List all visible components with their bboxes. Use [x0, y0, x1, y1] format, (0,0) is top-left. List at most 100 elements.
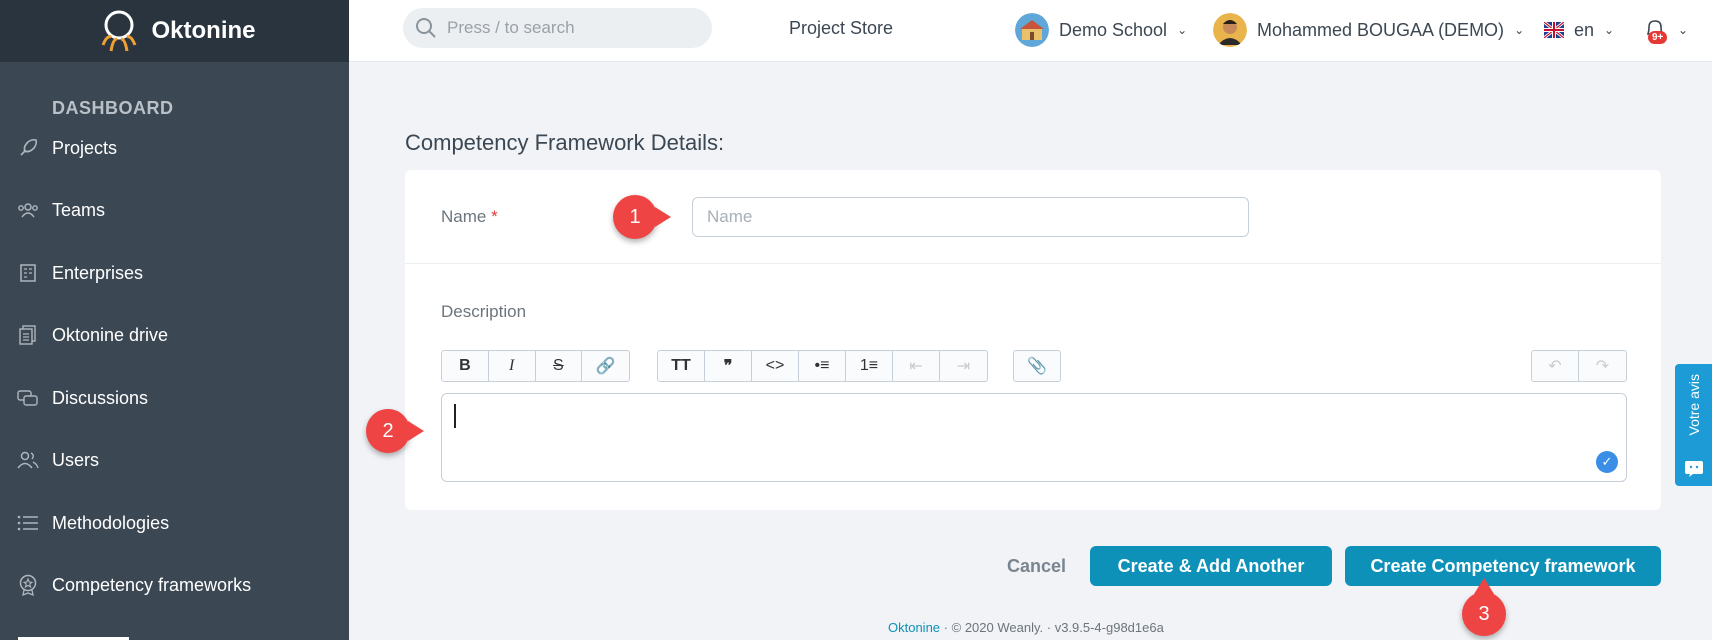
toolbar-attach-group: 📎 [1013, 350, 1061, 382]
cancel-button[interactable]: Cancel [1007, 556, 1066, 577]
notification-count-badge: 9+ [1648, 31, 1668, 44]
sidebar-item-label: Competency frameworks [52, 574, 252, 595]
annotation-badge-2: 2 [366, 409, 424, 453]
description-label: Description [441, 302, 527, 321]
annotation-arrow [655, 207, 671, 227]
sidebar-item-teams[interactable]: Teams [0, 190, 349, 230]
sidebar-item-projects[interactable]: Projects [0, 128, 349, 168]
name-label-text: Name [441, 207, 487, 226]
indent-button[interactable]: ⇥ [940, 351, 987, 381]
name-label: Name * [441, 207, 498, 227]
notifications[interactable]: 9+ ⌄ [1644, 10, 1688, 50]
description-editor[interactable]: ✓ [441, 393, 1627, 482]
top-header: Project Store Demo School ⌄ Mohammed BOU… [349, 0, 1712, 62]
toolbar-history-group: ↶ ↷ [1531, 350, 1627, 382]
divider [405, 263, 1661, 264]
redo-button[interactable]: ↷ [1579, 351, 1626, 381]
sidebar-item-users[interactable]: Users [0, 440, 349, 480]
annotation-number: 2 [382, 419, 394, 442]
chevron-down-icon: ⌄ [1678, 23, 1689, 37]
bell-icon: 9+ [1644, 17, 1668, 44]
drive-icon [16, 323, 40, 347]
sidebar-item-label: Enterprises [52, 262, 144, 283]
code-button[interactable]: <> [752, 351, 799, 381]
sidebar-item-discussions[interactable]: Discussions [0, 378, 349, 418]
annotation-badge-3: 3 [1462, 578, 1506, 636]
sidebar-item-label: Methodologies [52, 512, 170, 533]
logo-text: Oktonine [151, 17, 256, 44]
sidebar-item-label: Projects [52, 137, 118, 158]
badge-icon [16, 573, 40, 597]
footer-copyright: © 2020 Weanly. [951, 620, 1044, 635]
sidebar: Oktonine DASHBOARD Projects Teams Enterp… [0, 0, 349, 640]
text-caret [454, 404, 456, 428]
project-store-link[interactable]: Project Store [789, 18, 893, 39]
language-selector[interactable]: en ⌄ [1544, 10, 1614, 50]
feedback-chat-icon [1684, 461, 1703, 477]
bold-button[interactable]: B [442, 351, 489, 381]
team-icon [16, 198, 40, 222]
form-card: Name * Description B I S 🔗 TT ❞ <> •≡ 1≡… [405, 170, 1661, 510]
footer-version: v3.9.5-4-g98d1e6a [1054, 620, 1164, 635]
sidebar-item-label: Teams [52, 199, 106, 220]
school-label: Demo School [1059, 19, 1168, 40]
sidebar-item-label: Users [52, 449, 100, 470]
annotation-number: 3 [1478, 602, 1490, 625]
chevron-down-icon: ⌄ [1604, 23, 1615, 37]
uk-flag-icon [1544, 22, 1564, 38]
quote-button[interactable]: ❞ [705, 351, 752, 381]
italic-button[interactable]: I [489, 351, 536, 381]
annotation-number: 1 [629, 205, 641, 228]
search-box[interactable] [403, 8, 712, 48]
language-label: en [1574, 19, 1595, 40]
required-marker: * [491, 207, 498, 226]
toolbar-block-group: TT ❞ <> •≡ 1≡ ⇤ ⇥ [657, 350, 988, 382]
toolbar-format-group: B I S 🔗 [441, 350, 630, 382]
footer-separator: · [1046, 620, 1055, 635]
footer-separator: · [943, 620, 952, 635]
rocket-icon [16, 136, 40, 160]
sidebar-item-label: Oktonine drive [52, 324, 169, 345]
name-input[interactable] [692, 197, 1249, 237]
bullet-list-button[interactable]: •≡ [799, 351, 846, 381]
create-add-another-button[interactable]: Create & Add Another [1090, 546, 1332, 586]
strikethrough-button[interactable]: S [536, 351, 583, 381]
footer: Oktonine · © 2020 Weanly. · v3.9.5-4-g98… [888, 620, 1164, 635]
sidebar-item-competency-frameworks[interactable]: Competency frameworks [0, 565, 349, 605]
chevron-down-icon: ⌄ [1177, 23, 1188, 37]
chat-icon [16, 386, 40, 410]
search-icon [416, 18, 436, 38]
annotation-arrow [408, 421, 424, 441]
sidebar-item-enterprises[interactable]: Enterprises [0, 253, 349, 293]
list-icon [16, 511, 40, 535]
user-name: Mohammed BOUGAA (DEMO) [1257, 19, 1505, 40]
create-competency-framework-button[interactable]: Create Competency framework [1345, 546, 1661, 586]
user-avatar-icon [1213, 13, 1247, 47]
feedback-label: Votre avis [1685, 374, 1702, 436]
school-avatar-icon [1015, 13, 1049, 47]
user-menu[interactable]: Mohammed BOUGAA (DEMO) ⌄ [1213, 10, 1524, 50]
feedback-tab[interactable]: Votre avis [1675, 364, 1712, 486]
heading-button[interactable]: TT [658, 351, 705, 381]
check-icon: ✓ [1596, 451, 1618, 473]
attachment-button[interactable]: 📎 [1014, 351, 1060, 381]
annotation-arrow [1474, 578, 1494, 594]
sidebar-item-label: Discussions [52, 387, 149, 408]
school-selector[interactable]: Demo School ⌄ [1015, 10, 1187, 50]
undo-button[interactable]: ↶ [1532, 351, 1579, 381]
sidebar-item-drive[interactable]: Oktonine drive [0, 315, 349, 355]
numbered-list-button[interactable]: 1≡ [846, 351, 893, 381]
search-input[interactable] [447, 18, 697, 38]
footer-brand-link[interactable]: Oktonine [888, 620, 940, 635]
outdent-button[interactable]: ⇤ [893, 351, 940, 381]
logo[interactable]: Oktonine [0, 0, 349, 62]
building-icon [16, 261, 40, 285]
sidebar-section-title: DASHBOARD [52, 98, 174, 118]
page-title: Competency Framework Details: [405, 130, 725, 155]
octopus-logo-icon [102, 10, 137, 52]
users-icon [16, 448, 40, 472]
sidebar-item-methodologies[interactable]: Methodologies [0, 503, 349, 543]
chevron-down-icon: ⌄ [1514, 23, 1525, 37]
annotation-badge-1: 1 [613, 195, 671, 239]
link-button[interactable]: 🔗 [582, 351, 629, 381]
